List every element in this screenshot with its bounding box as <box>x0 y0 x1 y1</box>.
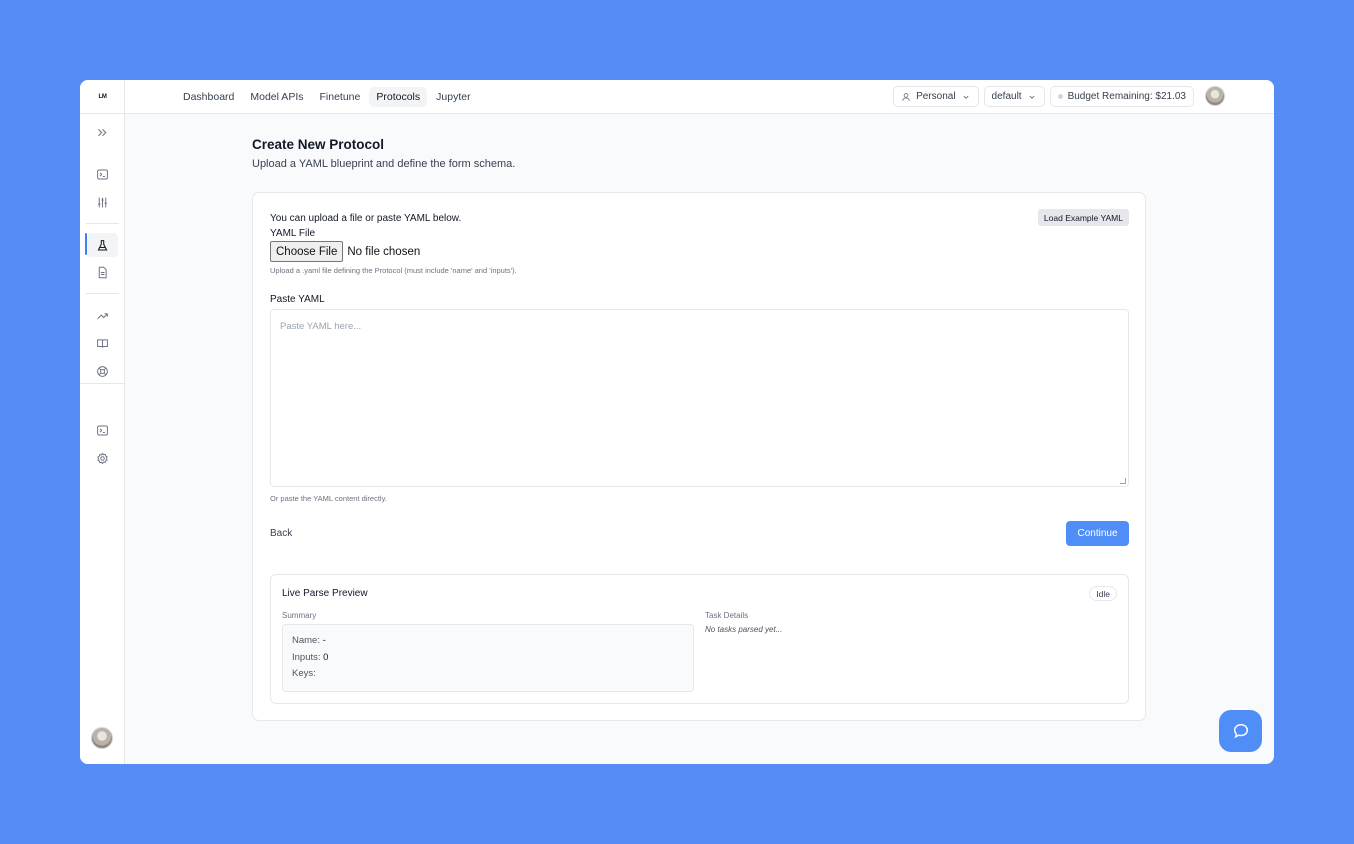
status-badge: Idle <box>1089 586 1117 601</box>
chevron-down-icon <box>1029 95 1035 99</box>
sliders-icon[interactable] <box>92 192 112 212</box>
sidebar-divider <box>86 223 119 224</box>
name-value: - <box>322 635 326 646</box>
file-input[interactable]: Choose File No file chosen <box>270 241 420 262</box>
console-icon[interactable] <box>92 420 112 440</box>
summary-inputs: Inputs: 0 <box>292 652 328 663</box>
sidebar-divider <box>80 113 125 114</box>
protocol-form-card: You can upload a file or paste YAML belo… <box>252 192 1146 721</box>
account-name: Personal <box>916 91 956 102</box>
budget-badge: Budget Remaining: $21.03 <box>1049 86 1194 107</box>
summary-name: Name: - <box>292 635 326 646</box>
paste-yaml-label: Paste YAML <box>270 294 325 305</box>
summary-box: Name: - Inputs: 0 Keys: <box>282 624 694 692</box>
expand-icon[interactable] <box>92 122 112 142</box>
status-dot <box>1057 94 1063 99</box>
form-intro: You can upload a file or paste YAML belo… <box>270 213 462 224</box>
nav-finetune[interactable]: Finetune <box>313 87 368 107</box>
trending-icon[interactable] <box>92 305 112 325</box>
yaml-file-label: YAML File <box>270 228 316 239</box>
chat-bubble-icon <box>1233 723 1248 739</box>
flask-icon[interactable] <box>87 233 118 257</box>
settings-icon[interactable] <box>92 448 112 468</box>
sidebar-divider <box>86 293 119 294</box>
main-nav: Dashboard Model APIs Finetune Protocols … <box>176 87 478 107</box>
budget-text: Budget Remaining: $21.03 <box>1067 91 1186 102</box>
user-icon <box>902 92 910 101</box>
document-icon[interactable] <box>92 262 112 282</box>
user-avatar[interactable] <box>1205 86 1225 106</box>
sidebar: LM <box>80 80 125 764</box>
terminal-icon[interactable] <box>92 164 112 184</box>
app-window: LM Dashboard Model APIs Finetune Protoco… <box>80 80 1274 764</box>
textarea-placeholder: Paste YAML here... <box>280 321 362 332</box>
project-selector[interactable]: default <box>983 86 1045 107</box>
summary-label: Summary <box>282 611 317 620</box>
choose-file-button[interactable]: Choose File <box>270 241 344 262</box>
file-status: No file chosen <box>347 245 421 258</box>
support-chat-button[interactable] <box>1219 710 1262 752</box>
live-parse-preview: Live Parse Preview Idle Summary Name: - … <box>270 574 1129 704</box>
nav-model-apis[interactable]: Model APIs <box>243 87 310 107</box>
task-details-label: Task Details <box>705 611 749 620</box>
main-content: Create New Protocol Upload a YAML bluepr… <box>252 137 1146 721</box>
file-hint: Upload a .yaml file defining the Protoco… <box>270 266 517 275</box>
keys-label: Keys: <box>292 668 316 679</box>
top-right-controls: Personal default Budget Remaining: $21.0… <box>893 86 1194 107</box>
continue-button[interactable]: Continue <box>1066 521 1129 546</box>
nav-dashboard[interactable]: Dashboard <box>176 87 241 107</box>
inputs-label: Inputs: <box>292 652 321 663</box>
back-button[interactable]: Back <box>270 528 292 539</box>
task-empty-state: No tasks parsed yet... <box>705 625 783 634</box>
account-selector[interactable]: Personal <box>893 86 979 107</box>
top-navbar: Dashboard Model APIs Finetune Protocols … <box>125 80 1274 114</box>
preview-title: Live Parse Preview <box>282 588 368 599</box>
summary-keys: Keys: <box>292 668 316 679</box>
page-title: Create New Protocol <box>252 137 385 152</box>
app-logo[interactable]: LM <box>80 80 125 114</box>
resize-handle[interactable] <box>1120 478 1126 484</box>
nav-jupyter[interactable]: Jupyter <box>429 87 477 107</box>
nav-protocols[interactable]: Protocols <box>369 87 428 107</box>
book-icon[interactable] <box>92 333 112 353</box>
inputs-value: 0 <box>323 652 329 663</box>
project-name: default <box>991 91 1022 102</box>
chevron-down-icon <box>963 95 969 99</box>
name-label: Name: <box>292 635 320 646</box>
page-subtitle: Upload a YAML blueprint and define the f… <box>252 158 516 170</box>
load-example-button[interactable]: Load Example YAML <box>1037 209 1129 226</box>
sidebar-divider <box>80 383 125 384</box>
paste-hint: Or paste the YAML content directly. <box>270 494 387 503</box>
lifebuoy-icon[interactable] <box>92 361 112 381</box>
yaml-textarea[interactable]: Paste YAML here... <box>270 309 1129 487</box>
user-avatar[interactable] <box>91 727 113 749</box>
